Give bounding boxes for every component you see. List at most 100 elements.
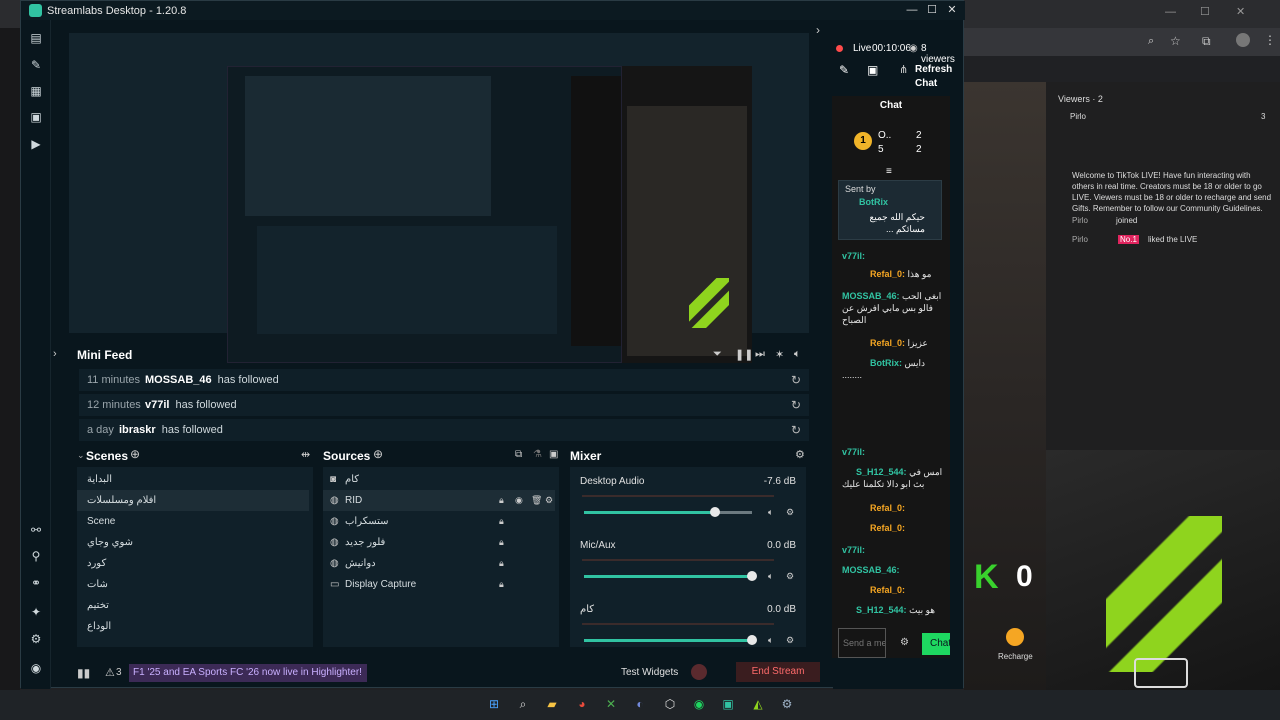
share-icon[interactable]: ⚭ [28,575,44,591]
feed-user[interactable]: ibraskr [119,424,156,436]
source-item[interactable]: ◍ ستسكراب 🔒︎ [323,511,555,532]
menu-icon[interactable]: ⋮ [1264,33,1276,47]
visibility-icon[interactable]: ◉ [515,490,523,511]
test-widgets-button[interactable]: Test Widgets [621,667,678,678]
scene-item[interactable]: افلام ومسلسلات [77,490,309,511]
slider-knob[interactable] [747,635,757,645]
pinned-message[interactable]: Sent by BotRix حيكم الله جميع مسائكم ... [838,180,942,240]
feed-user[interactable]: v77il [145,399,169,411]
recharge-label[interactable]: Recharge [998,652,1033,661]
speaker-icon[interactable]: 🔈︎ [768,635,773,646]
recharge-icon[interactable] [1006,628,1024,646]
lock-icon[interactable]: 🔒︎ [499,511,504,532]
mute-alerts-icon[interactable]: ✶ [775,348,784,361]
stream-preview[interactable] [69,33,809,363]
scenes-chevron-icon[interactable]: ⌄ [77,450,85,461]
viewer-name[interactable]: Pirlo [1070,112,1086,121]
discord-icon[interactable]: ◐ [632,696,648,712]
lock-icon[interactable]: 🔒︎ [499,553,504,574]
channel-settings-icon[interactable]: ⚙ [786,571,794,582]
source-item[interactable]: ◍ RID 🔒︎ ◉ 🗑︎ ⚙ [323,490,555,511]
editor-icon[interactable]: ▤ [28,30,44,46]
maximize-button[interactable]: ☐ [923,3,941,18]
source-item[interactable]: ◍ فلور جديد 🔒︎ [323,532,555,553]
store-icon[interactable]: ▦ [28,83,44,99]
add-source-icon[interactable]: ⊕ [373,447,383,461]
browser-close-icon[interactable]: ✕ [1236,5,1245,18]
pause-icon[interactable]: ❚❚ [735,348,753,361]
scene-item[interactable]: شوي وجاي [77,532,309,553]
star-icon[interactable]: ☆ [1170,34,1181,48]
channel-settings-icon[interactable]: ⚙ [786,507,794,518]
volume-slider[interactable] [584,635,757,645]
skip-icon[interactable]: ⏭ [755,348,765,361]
feed-user[interactable]: MOSSAB_46 [145,374,212,386]
lock-icon[interactable]: 🔒︎ [499,532,504,553]
profile-icon[interactable]: ◉ [28,660,44,676]
volume-slider[interactable] [584,507,752,517]
minimize-button[interactable]: — [903,3,921,18]
scene-item[interactable]: البداية [77,469,309,490]
stats-icon[interactable]: ▮▮ [77,666,90,680]
streamlabs-taskbar-icon[interactable]: ▣ [720,696,736,712]
scene-item[interactable]: كورد [77,553,309,574]
slider-knob[interactable] [710,507,721,517]
search-icon[interactable]: ⌕ [515,696,531,712]
replay-icon[interactable]: ↻ [791,398,801,412]
source-layout-icon[interactable]: ⧉ [515,449,522,460]
source-folder-icon[interactable]: ▣ [549,449,558,460]
refresh-chat-button[interactable]: Refresh Chat [915,63,955,91]
app-icon[interactable]: ⬡ [662,696,678,712]
lock-icon[interactable]: 🔒︎ [499,574,504,595]
mixer-settings-icon[interactable]: ⚙ [795,448,805,461]
settings-icon[interactable]: ⚙ [28,631,44,647]
share-icon[interactable]: ⋔ [899,63,908,76]
scene-item[interactable]: شات [77,574,309,595]
extension-icon[interactable]: ⧉ [1202,34,1211,49]
xbox-icon[interactable]: ✕ [603,696,619,712]
end-stream-button[interactable]: End Stream [736,662,820,682]
collapse-panel-icon[interactable]: › [816,23,820,37]
add-scene-icon[interactable]: ⊕ [130,447,140,461]
avatar[interactable] [1236,33,1250,47]
browser-minimize-icon[interactable]: — [1165,6,1176,18]
record-button[interactable] [691,664,707,680]
alert-icon[interactable]: ⚠ [105,666,115,679]
ai-icon[interactable]: ✦ [28,604,44,620]
chrome-icon[interactable]: ◕ [574,696,590,712]
source-settings-icon[interactable]: ⚙ [545,490,553,511]
slider-knob[interactable] [747,571,757,581]
chat-settings-icon[interactable]: ⚙ [900,637,909,648]
send-chat-button[interactable]: Chat [922,633,950,655]
menu-icon[interactable]: ≡ [886,166,892,177]
spotify-icon[interactable]: ◉ [691,696,707,712]
game-icon[interactable]: ◭ [750,696,766,712]
start-icon[interactable]: ⊞ [486,696,502,712]
speaker-icon[interactable]: 🔈︎ [768,571,773,582]
source-effects-icon[interactable]: ⚗ [533,449,542,460]
volume-icon[interactable]: 🔈︎ [794,348,801,361]
scene-transitions-icon[interactable]: ⇹ [301,448,310,461]
source-item[interactable]: ◙ كام [323,469,555,490]
filter-icon[interactable]: ⏷ [713,348,722,361]
scene-item[interactable]: تختيم [77,595,309,616]
themes-icon[interactable]: ✎ [28,57,44,73]
edit-stream-icon[interactable]: ✎ [839,63,849,77]
source-item[interactable]: ▭ Display Capture 🔒︎ [323,574,555,595]
volume-slider[interactable] [584,571,757,581]
scene-item[interactable]: الوداع [77,616,309,637]
lock-icon[interactable]: 🔒︎ [499,490,504,511]
collapse-chevron-icon[interactable]: › [53,348,57,360]
scene-item[interactable]: Scene [77,511,309,532]
highlighter-banner[interactable]: F1 '25 and EA Sports FC '26 now live in … [129,664,367,682]
play-icon[interactable]: ▶ [28,136,44,152]
steam-icon[interactable]: ⚙ [779,696,795,712]
browser-maximize-icon[interactable]: ☐ [1200,5,1210,18]
replay-icon[interactable]: ↻ [791,423,801,437]
channel-settings-icon[interactable]: ⚙ [786,635,794,646]
chat-input[interactable] [838,628,886,658]
delete-icon[interactable]: 🗑︎ [531,490,542,511]
dock-icon[interactable]: ▣ [867,63,878,77]
highlighter-icon[interactable]: ⚲ [28,548,44,564]
source-item[interactable]: ◍ دوانيش 🔒︎ [323,553,555,574]
